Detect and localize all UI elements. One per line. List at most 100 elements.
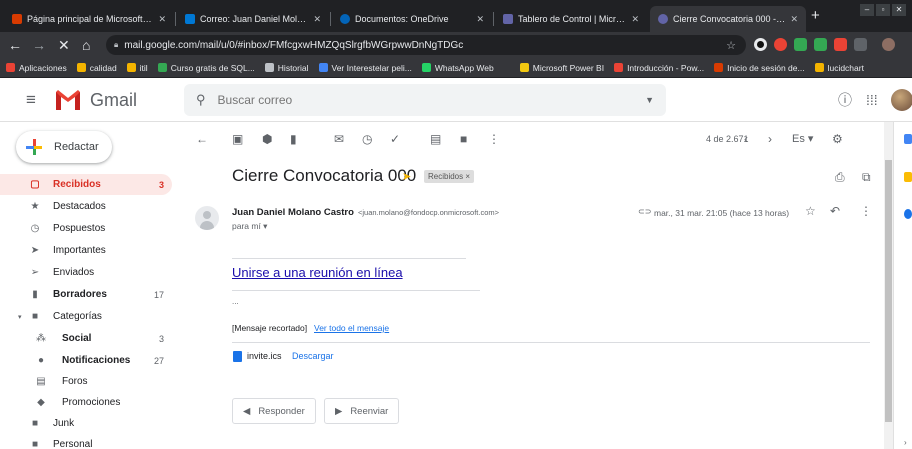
bookmark-item[interactable]: Curso gratis de SQL... (157, 63, 255, 73)
close-icon[interactable]: ✕ (476, 14, 484, 25)
close-icon[interactable]: ✕ (790, 14, 798, 25)
tab-onedrive[interactable]: Documentos: OneDrive ✕ (332, 6, 492, 32)
stop-loading-icon[interactable]: ✕ (58, 36, 70, 54)
forward-arrow-icon[interactable]: → (32, 36, 46, 54)
help-icon[interactable]: ⓘ (838, 91, 852, 109)
scrollbar-thumb[interactable] (885, 160, 892, 422)
bookmark-favicon-icon (519, 63, 529, 72)
settings-gear-icon[interactable]: ⚙ (832, 131, 843, 147)
bookmark-star-icon[interactable]: ☆ (726, 39, 736, 52)
extension-icon[interactable] (794, 38, 807, 51)
bookmark-item[interactable]: Aplicaciones (6, 63, 67, 73)
join-meeting-link[interactable]: Unirse a una reunión en línea (232, 265, 403, 280)
sidebar-item-promociones[interactable]: ◆ Promociones (0, 392, 172, 413)
bookmark-item[interactable]: Microsoft Power BI (519, 63, 604, 73)
extension-icon[interactable] (774, 38, 787, 51)
search-options-icon[interactable]: ▼ (645, 95, 654, 105)
delete-icon[interactable]: ▮ (290, 131, 297, 147)
expand-panel-icon[interactable]: › (904, 438, 907, 447)
extension-icon[interactable] (834, 38, 847, 51)
tasks-icon[interactable] (904, 209, 912, 219)
sidebar-item-categorias[interactable]: ▾ ■ Categorías (0, 306, 172, 327)
close-window-icon[interactable]: ✕ (892, 4, 906, 16)
print-icon[interactable]: ⎙ (835, 170, 845, 185)
snooze-icon[interactable]: ◷ (362, 131, 372, 147)
compose-button[interactable]: Redactar (16, 131, 112, 163)
sidebar-item-enviados[interactable]: ➢ Enviados (0, 262, 172, 283)
more-options-icon[interactable]: ⋮ (860, 204, 872, 218)
bookmark-item[interactable]: Ver Interestelar peli... (318, 63, 412, 73)
home-icon[interactable]: ⌂ (82, 36, 90, 54)
star-icon[interactable]: ☆ (805, 204, 816, 218)
reply-button[interactable]: ◀ Responder (232, 398, 316, 424)
input-tools-icon[interactable]: Es ▾ (792, 131, 813, 147)
tab-cierre-convocatoria[interactable]: Cierre Convocatoria 000 - jdmo ✕ (650, 6, 806, 32)
search-input[interactable] (217, 93, 618, 107)
bookmark-item[interactable]: lucidchart (814, 63, 864, 73)
people-icon: ⁂ (36, 333, 46, 344)
bookmark-item[interactable]: Historial (264, 63, 309, 73)
account-avatar[interactable] (891, 89, 912, 111)
back-arrow-icon[interactable]: ← (8, 36, 22, 54)
sidebar-item-destacados[interactable]: ★ Destacados (0, 196, 172, 217)
add-to-tasks-icon[interactable]: ✓ (390, 131, 400, 147)
main-menu-icon[interactable]: ≡ (26, 91, 36, 109)
search-icon[interactable]: ⚲ (196, 92, 206, 108)
calendar-icon[interactable] (904, 134, 912, 144)
maximize-icon[interactable]: ▫ (876, 4, 890, 16)
bookmark-item[interactable]: itil (126, 63, 148, 73)
labels-icon[interactable]: ■ (460, 131, 467, 147)
inbox-label-chip[interactable]: Recibidos × (424, 170, 475, 183)
mark-unread-icon[interactable]: ✉ (334, 131, 344, 147)
important-icon: ➤ (30, 245, 40, 256)
close-icon[interactable]: ✕ (313, 14, 321, 25)
attachment-name[interactable]: invite.ics (247, 351, 282, 361)
reply-icon[interactable]: ↶ (830, 204, 840, 218)
older-chevron-icon[interactable]: › (768, 131, 772, 147)
extension-icon[interactable] (754, 38, 767, 51)
bookmark-item[interactable]: WhatsApp Web (421, 62, 494, 73)
tab-tablero-teams[interactable]: Tablero de Control | Microsoft T ✕ (495, 6, 647, 32)
close-icon[interactable]: ✕ (158, 14, 166, 25)
view-entire-message-link[interactable]: Ver todo el mensaje (314, 323, 389, 333)
bookmark-favicon-icon (318, 63, 328, 72)
download-link[interactable]: Descargar (292, 351, 334, 361)
new-tab-button[interactable]: + (811, 8, 820, 24)
open-new-window-icon[interactable]: ⧉ (862, 170, 871, 185)
sidebar-item-pospuestos[interactable]: ◷ Pospuestos (0, 218, 172, 239)
important-marker-icon[interactable]: ➤ (402, 170, 411, 183)
sidebar-item-junk[interactable]: ■ Junk (0, 413, 172, 434)
apps-grid-icon[interactable]: ⁞⁞⁞ (866, 91, 878, 109)
back-arrow-icon[interactable]: ← (196, 131, 208, 147)
close-icon[interactable]: ✕ (631, 14, 639, 25)
sidebar-item-recibidos[interactable]: ▢ Recibidos 3 (0, 174, 172, 195)
collapse-caret-icon[interactable]: ▾ (18, 313, 22, 321)
sidebar-item-personal[interactable]: ■ Personal (0, 434, 172, 449)
search-bar[interactable]: ⚲ ▼ (184, 84, 666, 116)
bookmark-label: WhatsApp Web (434, 62, 494, 73)
extension-icon[interactable] (814, 38, 827, 51)
bookmark-item[interactable]: Introducción - Pow... (614, 63, 704, 73)
keep-icon[interactable] (904, 172, 912, 182)
sidebar-item-social[interactable]: ⁂ Social 3 (0, 328, 172, 349)
report-spam-icon[interactable]: ⬢ (262, 131, 272, 147)
recipient-dropdown[interactable]: para mí ▾ (232, 221, 267, 232)
gmail-header: ≡ Gmail ⚲ ▼ ⓘ ⁞⁞⁞ (0, 78, 912, 122)
profile-avatar[interactable] (882, 38, 895, 51)
bookmark-item[interactable]: Inicio de sesión de... (714, 63, 805, 73)
tab-microsoft-office[interactable]: Página principal de Microsoft Of ✕ (4, 6, 174, 32)
forward-button[interactable]: ▶ Reenviar (324, 398, 400, 424)
tab-correo[interactable]: Correo: Juan Daniel Molano Cas ✕ (177, 6, 329, 32)
extension-icon[interactable] (854, 38, 867, 51)
trimmed-content-ellipsis[interactable]: ... (232, 297, 239, 306)
archive-icon[interactable]: ▣ (232, 131, 243, 147)
address-bar[interactable]: 🔒︎ mail.google.com/mail/u/0/#inbox/FMfcg… (106, 35, 746, 55)
bookmark-item[interactable]: calidad (76, 63, 117, 73)
sidebar-item-borradores[interactable]: ▮ Borradores 17 (0, 284, 172, 305)
sidebar-item-foros[interactable]: ▤ Foros (0, 371, 172, 392)
minimize-icon[interactable]: – (860, 4, 874, 16)
move-to-icon[interactable]: ▤ (430, 131, 441, 147)
sidebar-item-importantes[interactable]: ➤ Importantes (0, 240, 172, 261)
more-options-icon[interactable]: ⋮ (488, 131, 500, 147)
sidebar-item-notificaciones[interactable]: ● Notificaciones 27 (0, 350, 172, 371)
